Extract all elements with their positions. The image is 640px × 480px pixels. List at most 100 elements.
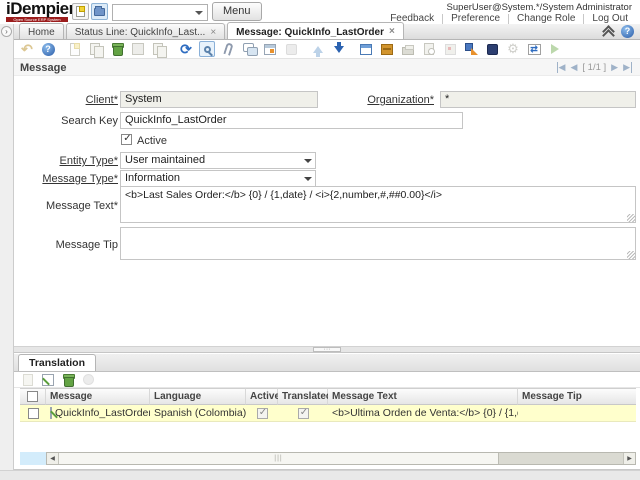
chevron-down-icon[interactable] [300,171,315,186]
splitter-handle[interactable]: ··· [313,347,341,352]
translation-toolbar [14,372,640,388]
column-header-message-tip[interactable]: Message Tip [518,388,636,405]
edit-row-icon[interactable] [40,372,56,388]
table-row[interactable]: QuickInfo_LastOrder Spanish (Colombia) <… [20,405,636,422]
scrollbar-track[interactable]: ◀ ||| ▶ [46,452,636,465]
select-all-checkbox[interactable] [27,391,38,402]
page-title: Message [20,62,66,74]
tab-translation[interactable]: Translation [18,354,96,371]
search-key-label: Search Key [18,115,118,127]
resize-grip[interactable] [627,251,635,259]
private-record-icon [283,41,299,57]
idempiere-window: iDempiere Open Source ERP System Menu Su… [0,0,640,480]
folder-icon [94,8,105,16]
tab-label: Status Line: QuickInfo_Last... [75,27,206,38]
tab-status-line[interactable]: Status Line: QuickInfo_Last... × [66,23,225,39]
scroll-left-icon[interactable]: ◀ [47,453,59,464]
attachment-icon[interactable] [220,41,236,57]
entity-type-select[interactable]: User maintained [120,152,316,169]
message-tip-field[interactable] [120,227,636,260]
merge-icon [442,41,458,57]
requests-icon[interactable] [484,41,500,57]
row-translated-checkbox [298,408,309,419]
last-record-icon[interactable]: ▶ [623,62,632,73]
message-type-label[interactable]: Message Type* [18,173,118,185]
message-type-select[interactable]: Information [120,170,316,187]
delete-record-icon[interactable] [109,41,125,57]
change-role-link[interactable]: Change Role [509,13,583,24]
document-search-combobox[interactable] [112,4,208,21]
message-tip-label: Message Tip [18,239,118,251]
frozen-column-block [20,452,46,465]
detail-record-icon[interactable] [331,41,347,57]
tab-label: Home [28,27,55,38]
panel-splitter[interactable]: ··· [14,346,640,353]
chat-icon[interactable] [241,41,257,57]
grid-toggle-icon[interactable] [262,41,278,57]
preference-link[interactable]: Preference [443,13,508,24]
first-record-icon[interactable]: ◀ [557,62,566,73]
tab-home[interactable]: Home [19,23,64,39]
record-indicator: [ 1/1 ] [582,62,606,73]
save-and-create-icon [151,41,167,57]
translation-table: Message Language Active Translated Messa… [20,388,636,422]
expand-menu-button[interactable]: › [1,26,12,37]
row-message-value: QuickInfo_LastOrder [55,407,150,419]
export-icon [547,41,563,57]
chevron-down-icon[interactable] [300,153,315,168]
row-select-checkbox[interactable] [28,408,39,419]
edit-record-icon[interactable] [50,407,52,419]
detail-tab-bar: Translation [14,354,640,372]
log-out-link[interactable]: Log Out [584,13,636,24]
workflow-icon[interactable] [463,41,479,57]
requery-rows-icon [80,372,96,388]
parent-record-icon [310,41,326,57]
tab-label: Message: QuickInfo_LastOrder [236,27,384,38]
requery-icon[interactable]: ⟳ [178,41,194,57]
next-record-icon[interactable]: ▶ [611,62,618,73]
scroll-right-icon[interactable]: ▶ [623,453,635,464]
header-links: Feedback Preference Change Role Log Out [382,13,636,24]
message-type-value: Information [125,172,180,184]
archive-icon[interactable] [379,41,395,57]
message-form: Client* System Organization* * Search Ke… [14,76,640,346]
entity-type-value: User maintained [125,154,205,166]
open-folder-button[interactable] [91,3,108,20]
copy-record-icon [88,41,104,57]
tab-message[interactable]: Message: QuickInfo_LastOrder × [227,22,404,39]
window-toolbar: ↶ ⟳ ⚙ ⇄ [14,40,640,58]
active-checkbox[interactable] [121,134,132,145]
scrollbar-track-rest[interactable] [499,453,623,464]
column-header-active[interactable]: Active [246,388,278,405]
help-toolbar-icon[interactable] [40,41,56,57]
entity-type-label[interactable]: Entity Type* [18,155,118,167]
resize-grip[interactable] [627,214,635,222]
search-key-field[interactable]: QuickInfo_LastOrder [120,112,463,129]
select-all-header[interactable] [20,388,46,405]
chevron-down-icon [195,11,203,15]
delete-row-icon[interactable] [60,372,76,388]
column-header-translated[interactable]: Translated [278,388,328,405]
message-text-field[interactable]: <b>Last Sales Order:</b> {0} / {1,date} … [120,186,636,223]
scrollbar-thumb[interactable]: ||| [59,453,499,464]
detail-pane: Translation Message Language Active Tran… [14,353,640,470]
window-footer-strip [0,470,640,480]
column-header-message[interactable]: Message [46,388,150,405]
column-header-language[interactable]: Language [150,388,246,405]
zoom-across-icon[interactable]: ⇄ [526,41,542,57]
menu-button[interactable]: Menu [212,2,262,21]
close-icon[interactable]: × [389,27,395,37]
collapse-header-icon[interactable] [603,26,614,37]
row-translated-cell [278,405,328,422]
row-message-text-cell: <b>Ultima Orden de Venta:</b> {0} / {1,d… [328,405,518,422]
row-language-cell: Spanish (Colombia) [150,405,246,422]
new-window-button[interactable] [72,3,89,20]
client-label[interactable]: Client* [18,94,118,106]
previous-record-icon[interactable]: ◀ [570,62,577,73]
close-icon[interactable]: × [210,28,216,38]
find-icon[interactable] [199,41,215,57]
organization-label[interactable]: Organization* [320,94,434,106]
column-header-message-text[interactable]: Message Text [328,388,518,405]
help-icon[interactable] [621,25,634,38]
form-view-icon[interactable] [358,41,374,57]
